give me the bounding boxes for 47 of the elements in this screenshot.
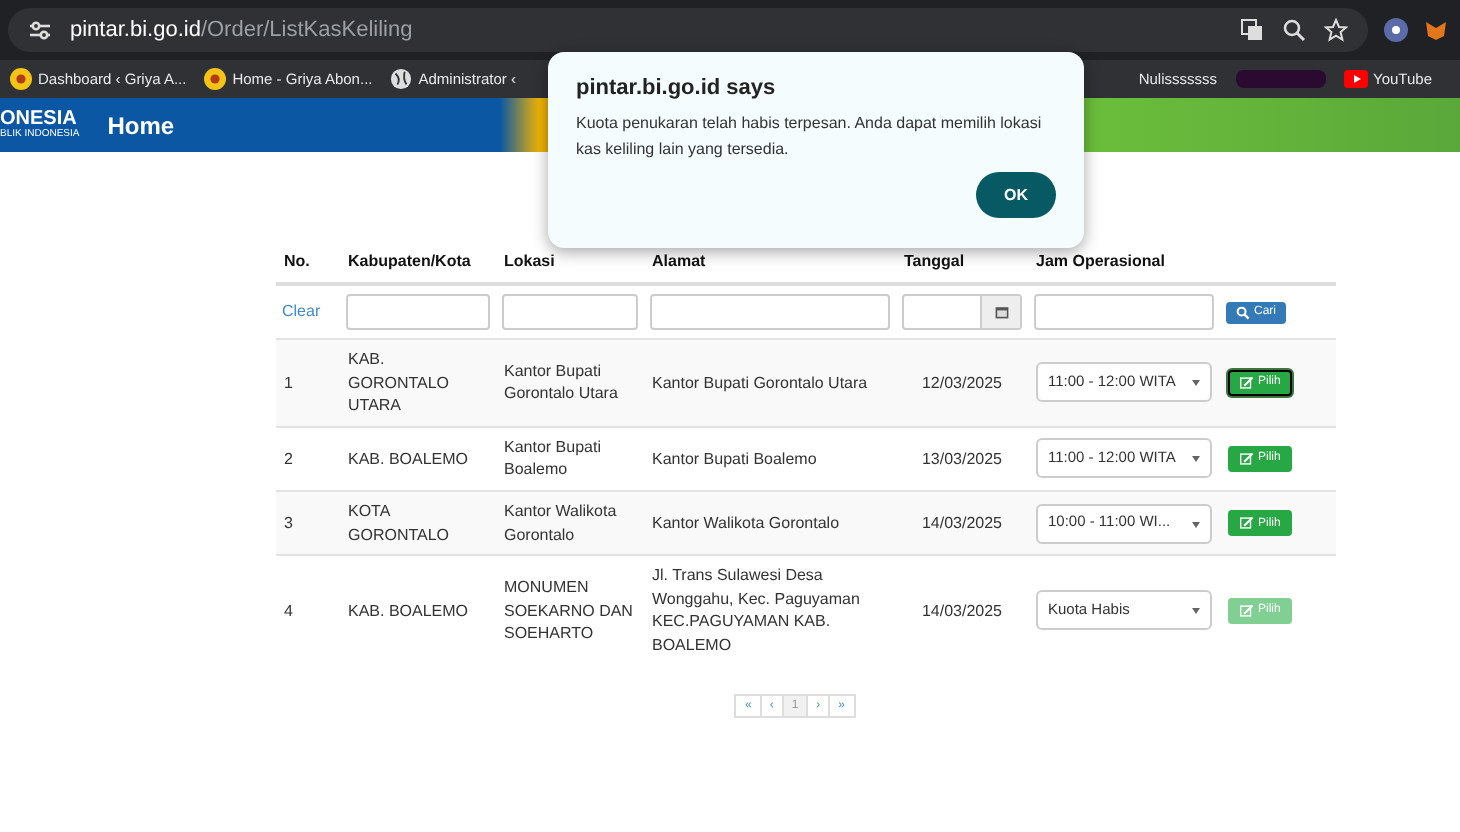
logo-icon (204, 68, 227, 90)
column-header: No. (276, 240, 340, 284)
table-cell: MONUMEN SOEKARNO DAN SOEHARTO (496, 555, 644, 666)
table-cell: 4 (276, 555, 340, 666)
edit-icon (1240, 516, 1254, 531)
youtube-icon (1343, 70, 1368, 88)
tune-icon[interactable] (28, 18, 52, 42)
table-cell: Jl. Trans Sulawesi Desa Wonggahu, Kec. Paguyaman KEC.PAGUYAMAN KAB. BOALEMO (644, 555, 896, 666)
dialog-message: Kuota penukaran telah habis terpesan. Anda dapat memilih lokasi kas keliling lain yang tersedia. (576, 112, 1044, 162)
redaction-mark (1235, 70, 1326, 88)
edit-icon (1240, 451, 1254, 466)
address-bar[interactable]: pintar.bi.go.id/Order/ListKasKeliling (8, 8, 1368, 52)
table-cell: KAB. BOALEMO (340, 555, 496, 666)
star-icon[interactable] (1324, 18, 1348, 42)
table-cell: 1 (276, 339, 340, 427)
input-field[interactable] (1034, 294, 1214, 330)
zoom-icon[interactable] (1282, 18, 1306, 42)
column-header: Kabupaten/Kota (340, 240, 496, 284)
fox-icon[interactable] (1424, 18, 1448, 42)
ok-button[interactable]: OK (976, 171, 1056, 218)
calendar-icon[interactable] (993, 304, 1009, 320)
globe-icon (390, 68, 413, 90)
table-cell: 12/03/2025 (896, 339, 1028, 427)
logo-icon (10, 68, 32, 90)
input-field[interactable] (650, 294, 890, 330)
table-cell: KAB. GORONTALO UTARA (340, 339, 496, 427)
table-cell: 3 (276, 490, 340, 556)
home-link[interactable]: Home (107, 111, 175, 139)
edit-icon (1240, 375, 1254, 390)
table-cell: KOTA GORONTALO (340, 490, 496, 556)
input-field[interactable] (502, 294, 638, 330)
profile-icon[interactable] (1384, 18, 1408, 42)
table-cell: 14/03/2025 (896, 555, 1028, 666)
search-icon (1236, 305, 1250, 319)
edit-icon (1240, 603, 1254, 618)
table-cell: Kantor Walikota Gorontalo (644, 490, 896, 556)
dialog-title: pintar.bi.go.id says (576, 76, 778, 100)
table-cell: 14/03/2025 (896, 490, 1028, 556)
table-cell: Kantor Bupati Gorontalo Utara (496, 339, 644, 427)
table-cell: Kantor Bupati Gorontalo Utara (644, 339, 896, 427)
clear-link[interactable]: Clear (282, 302, 321, 321)
date-field[interactable] (902, 294, 1022, 330)
input-field[interactable] (346, 294, 490, 330)
translate-icon[interactable] (1240, 18, 1264, 42)
table-cell: Kantor Walikota Gorontalo (496, 490, 644, 556)
url-text: pintar.bi.go.id/Order/ListKasKeliling (70, 18, 413, 42)
caret-icon (1192, 521, 1200, 532)
